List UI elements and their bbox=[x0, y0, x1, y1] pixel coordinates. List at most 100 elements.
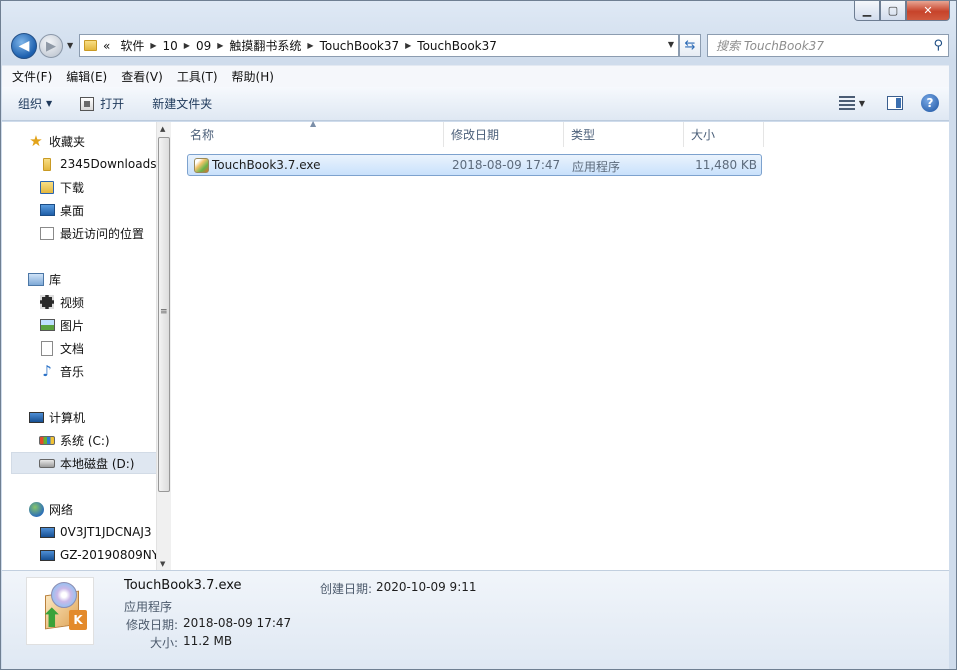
menu-file[interactable]: 文件(F) bbox=[12, 68, 52, 85]
sidebar-item-label: 图片 bbox=[60, 318, 85, 333]
maximize-button[interactable]: ▢ bbox=[880, 1, 906, 21]
details-size-value: 11.2 MB bbox=[183, 634, 233, 648]
file-list: 名称 ▲ 修改日期 类型 大小 TouchBook3.7.exe 2018-08… bbox=[172, 119, 949, 570]
help-icon[interactable]: ? bbox=[921, 94, 939, 112]
sidebar-item-network-computer[interactable]: GZ-20190809NY bbox=[39, 544, 156, 566]
column-header-type[interactable]: 类型 bbox=[564, 122, 684, 147]
sidebar-item-label: 2345Downloads bbox=[60, 157, 156, 171]
sidebar-favorites[interactable]: ★ 收藏夹 bbox=[28, 130, 156, 152]
address-bar[interactable]: « 软件 ▶ 10 ▶ 09 ▶ 触摸翻书系统 ▶ TouchBook37 ▶ Touch… bbox=[79, 34, 679, 57]
menu-help[interactable]: 帮助(H) bbox=[232, 68, 274, 85]
scroll-down-arrow-icon[interactable]: ▼ bbox=[160, 560, 165, 568]
sidebar-item-label: 下载 bbox=[60, 180, 85, 195]
file-thumbnail: ⬆ K bbox=[26, 577, 94, 645]
folder-icon bbox=[39, 156, 55, 172]
downloads-folder-icon bbox=[39, 179, 55, 195]
search-input[interactable]: 搜索 TouchBook37 ⚲ bbox=[707, 34, 949, 57]
details-created-value: 2020-10-09 9:11 bbox=[376, 580, 477, 594]
folder-icon bbox=[84, 40, 97, 51]
forward-button[interactable]: ▶ bbox=[39, 34, 63, 58]
network-globe-icon bbox=[28, 501, 44, 517]
recent-places-icon bbox=[39, 225, 55, 241]
view-details-icon[interactable] bbox=[838, 96, 855, 110]
music-note-icon: ♪ bbox=[42, 362, 52, 380]
computer-icon bbox=[39, 524, 55, 540]
sidebar-computer[interactable]: 计算机 bbox=[28, 406, 156, 428]
minimize-button[interactable]: ▁ bbox=[854, 1, 880, 21]
sidebar-item-network-computer[interactable]: 0V3JT1JDCNAJ3 bbox=[39, 521, 156, 543]
recent-pages-dropdown[interactable]: ▼ bbox=[67, 41, 73, 50]
sidebar-item-videos[interactable]: 视频 bbox=[39, 291, 156, 313]
sidebar-item-2345downloads[interactable]: 2345Downloads bbox=[39, 153, 156, 175]
close-button[interactable]: ✕ bbox=[906, 1, 950, 21]
new-folder-button[interactable]: 新建文件夹 bbox=[152, 95, 212, 112]
scroll-up-arrow-icon[interactable]: ▲ bbox=[160, 125, 165, 133]
application-icon bbox=[194, 158, 209, 173]
new-folder-label: 新建文件夹 bbox=[152, 97, 213, 111]
sidebar-item-music[interactable]: ♪ 音乐 bbox=[39, 360, 156, 382]
video-icon bbox=[39, 294, 55, 310]
file-name: TouchBook3.7.exe bbox=[212, 158, 321, 172]
sidebar-libraries[interactable]: 库 bbox=[28, 268, 156, 290]
details-file-type: 应用程序 bbox=[124, 600, 173, 614]
column-header-name[interactable]: 名称 ▲ bbox=[172, 119, 444, 147]
navigation-pane: ★ 收藏夹 2345Downloads 下载 桌面 最近访问的位置 库 视频 图… bbox=[2, 122, 156, 570]
details-pane: ⬆ K TouchBook3.7.exe 应用程序 修改日期: 2018-08-… bbox=[2, 570, 949, 669]
address-dropdown-icon[interactable]: ▼ bbox=[668, 40, 674, 49]
scrollbar-grip-icon: ≡ bbox=[160, 307, 168, 317]
navigation-scrollbar[interactable]: ▲ ≡ ▼ bbox=[156, 122, 171, 570]
open-button[interactable]: 打开 bbox=[80, 95, 124, 112]
column-header-label: 大小 bbox=[691, 128, 716, 142]
breadcrumb-item[interactable]: 触摸翻书系统 ▶ bbox=[223, 37, 313, 54]
sidebar-network[interactable]: 网络 bbox=[28, 498, 156, 520]
sidebar-item-desktop[interactable]: 桌面 bbox=[39, 199, 156, 221]
sidebar-item-recent-places[interactable]: 最近访问的位置 bbox=[39, 222, 156, 244]
details-size-label: 大小: bbox=[150, 636, 179, 650]
details-created-label: 创建日期: bbox=[320, 582, 373, 596]
search-icon[interactable]: ⚲ bbox=[933, 38, 943, 53]
open-icon bbox=[80, 96, 95, 111]
hard-drive-icon bbox=[39, 455, 55, 471]
details-modified-label: 修改日期: bbox=[126, 618, 179, 632]
picture-icon bbox=[39, 317, 55, 333]
breadcrumb-item[interactable]: TouchBook37 bbox=[411, 39, 503, 53]
system-drive-icon bbox=[39, 432, 55, 448]
sidebar-header-label: 库 bbox=[49, 272, 62, 287]
column-header-size[interactable]: 大小 bbox=[684, 122, 764, 147]
column-header-modified[interactable]: 修改日期 bbox=[444, 122, 564, 147]
computer-icon bbox=[28, 409, 44, 425]
details-modified-value: 2018-08-09 17:47 bbox=[183, 616, 292, 630]
chevron-down-icon: ▼ bbox=[46, 99, 53, 108]
breadcrumb-overflow[interactable]: « bbox=[101, 39, 114, 53]
breadcrumb-item[interactable]: 10 ▶ bbox=[157, 39, 190, 53]
sidebar-item-drive-c[interactable]: 系统 (C:) bbox=[39, 429, 156, 451]
sidebar-item-documents[interactable]: 文档 bbox=[39, 337, 156, 359]
sidebar-item-label: 音乐 bbox=[60, 364, 85, 379]
explorer-window: ▁ ▢ ✕ ◀ ▶ ▼ « 软件 ▶ 10 ▶ 09 ▶ 触摸翻书系统 ▶ TouchB… bbox=[0, 0, 957, 670]
sidebar-header-label: 网络 bbox=[49, 502, 74, 517]
file-row[interactable]: TouchBook3.7.exe 2018-08-09 17:47 应用程序 1… bbox=[187, 154, 762, 176]
install-arrow-icon: ⬆ bbox=[41, 604, 63, 634]
title-bar: ▁ ▢ ✕ bbox=[1, 1, 956, 31]
sidebar-item-drive-d[interactable]: 本地磁盘 (D:) bbox=[11, 452, 156, 474]
menu-edit[interactable]: 编辑(E) bbox=[66, 68, 107, 85]
column-header-label: 名称 bbox=[190, 128, 215, 142]
caption-buttons: ▁ ▢ ✕ bbox=[854, 1, 950, 22]
sidebar-item-downloads[interactable]: 下载 bbox=[39, 176, 156, 198]
details-file-name: TouchBook3.7.exe bbox=[124, 578, 242, 593]
sidebar-item-label: 桌面 bbox=[60, 203, 85, 218]
breadcrumb-item[interactable]: 09 ▶ bbox=[190, 39, 223, 53]
sidebar-header-label: 收藏夹 bbox=[49, 134, 86, 149]
sidebar-item-label: 本地磁盘 (D:) bbox=[60, 456, 135, 471]
back-button[interactable]: ◀ bbox=[11, 33, 37, 59]
menu-view[interactable]: 查看(V) bbox=[121, 68, 163, 85]
sidebar-item-pictures[interactable]: 图片 bbox=[39, 314, 156, 336]
navigation-bar: ◀ ▶ ▼ « 软件 ▶ 10 ▶ 09 ▶ 触摸翻书系统 ▶ TouchBook37 ▶… bbox=[9, 33, 950, 59]
breadcrumb-item[interactable]: TouchBook37 ▶ bbox=[314, 39, 412, 53]
refresh-button[interactable]: ⇆ bbox=[679, 34, 701, 57]
breadcrumb-item[interactable]: 软件 ▶ bbox=[114, 37, 156, 54]
view-options-dropdown[interactable]: ▼ bbox=[859, 99, 865, 108]
preview-pane-icon[interactable] bbox=[887, 96, 903, 110]
organize-button[interactable]: 组织 ▼ bbox=[18, 95, 52, 112]
menu-tools[interactable]: 工具(T) bbox=[177, 68, 218, 85]
